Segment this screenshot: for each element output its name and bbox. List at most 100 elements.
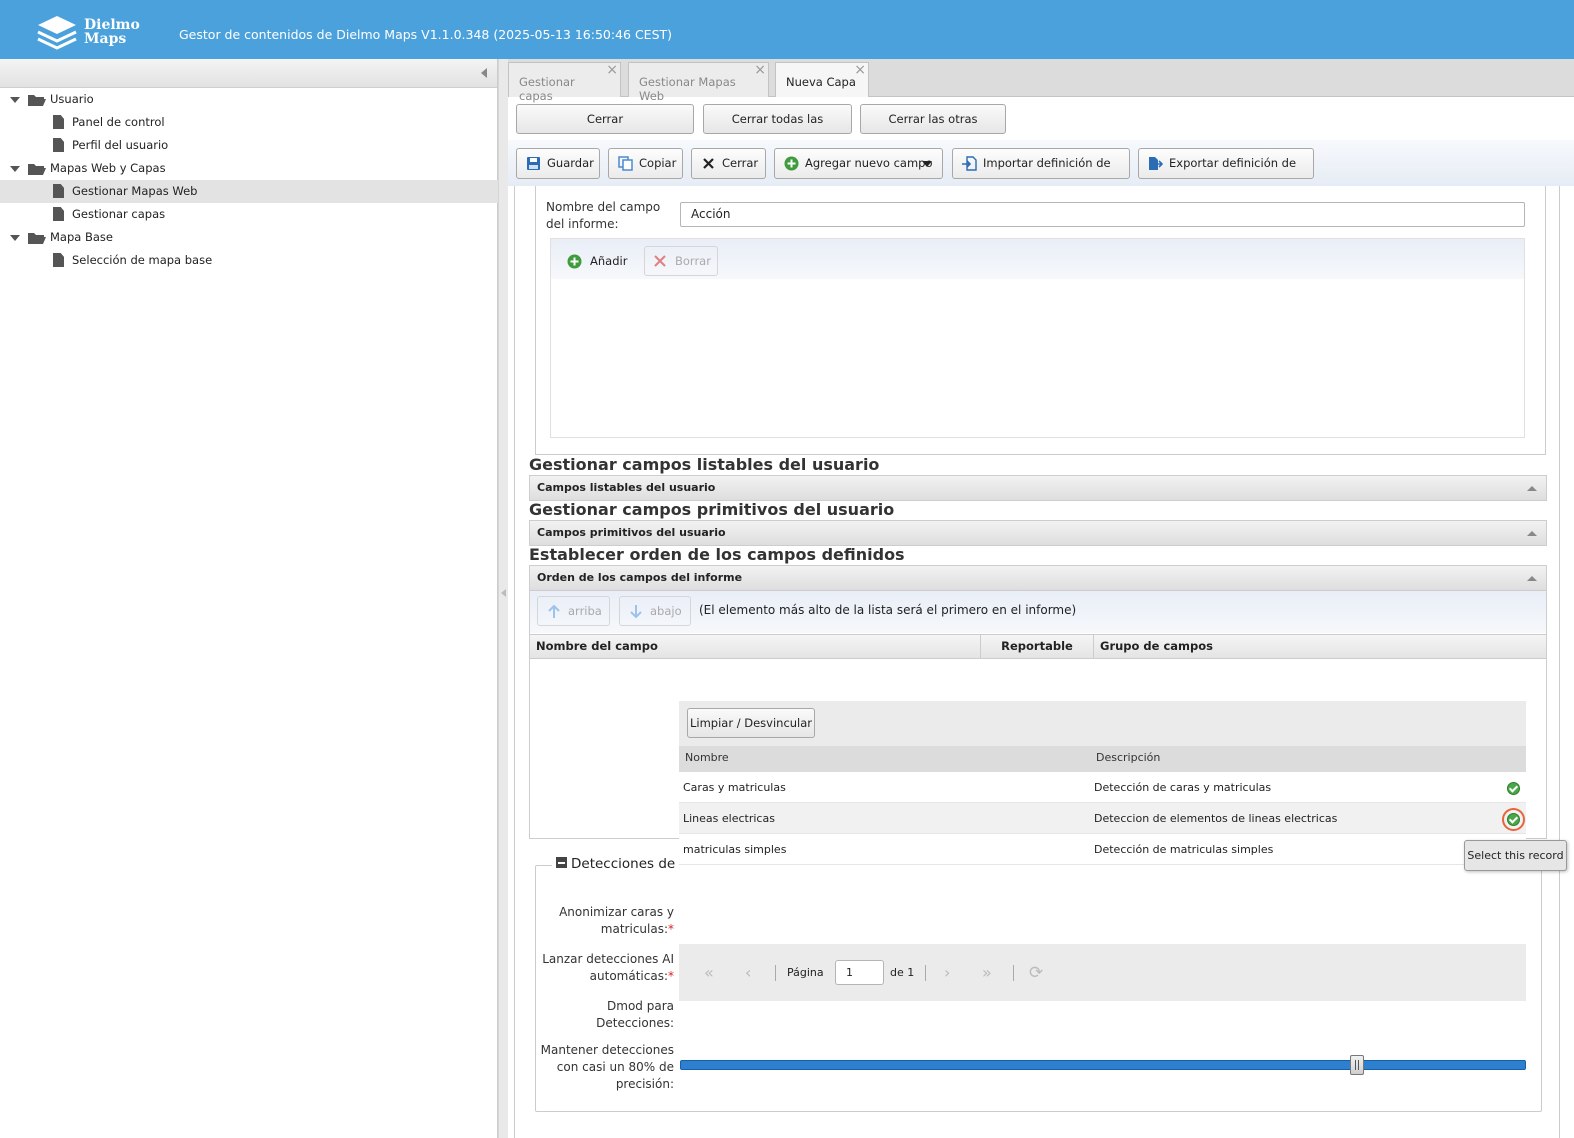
- required-mark: *: [668, 922, 674, 936]
- panel-splitter[interactable]: [498, 59, 508, 1138]
- precision-slider-track[interactable]: [680, 1060, 1526, 1070]
- panel-title: Campos listables del usuario: [537, 481, 716, 494]
- collapse-panel-icon[interactable]: [1527, 531, 1537, 536]
- tab-gestionar-capas[interactable]: Gestionar capas ×: [508, 62, 621, 103]
- order-hint: (El elemento más alto de la lista será e…: [699, 603, 1077, 617]
- copy-button[interactable]: Copiar: [608, 148, 683, 179]
- app-title: Gestor de contenidos de Dielmo Maps V1.1…: [179, 27, 673, 42]
- add-circle-icon: [567, 254, 582, 269]
- primitive-fields-title: Gestionar campos primitivos del usuario: [529, 500, 895, 519]
- close-button[interactable]: Cerrar: [691, 148, 766, 179]
- launch-ai-label: Lanzar detecciones AI automáticas:*: [540, 951, 674, 985]
- document-icon: [53, 207, 64, 221]
- tab-gestionar-mapas-web[interactable]: Gestionar Mapas Web ×: [628, 62, 769, 103]
- close-other-tabs-button[interactable]: Cerrar las otras pestañas: [860, 104, 1006, 154]
- tree-label: Panel de control: [72, 115, 165, 129]
- save-icon: [527, 157, 540, 170]
- page-total: de 1: [890, 966, 915, 979]
- listable-fields-panel-header[interactable]: Campos listables del usuario: [529, 475, 1547, 501]
- tab-nueva-capa[interactable]: Nueva Capa ×: [775, 62, 869, 97]
- refresh-icon[interactable]: ⟳: [1029, 963, 1043, 983]
- report-field-name-input[interactable]: Acción: [680, 202, 1525, 227]
- precision-slider-thumb[interactable]: [1349, 1055, 1364, 1075]
- folder-open-icon: [28, 95, 46, 106]
- move-down-label: abajo: [650, 604, 682, 618]
- tree-item-panel-de-control[interactable]: Panel de control: [0, 111, 498, 134]
- import-icon: [962, 156, 977, 171]
- add-field-button[interactable]: Agregar nuevo campo: [774, 148, 943, 179]
- tree-label: Gestionar Mapas Web: [72, 184, 198, 198]
- copy-icon: [618, 156, 633, 171]
- tree-item-gestionar-mapas-web[interactable]: Gestionar Mapas Web: [0, 180, 498, 203]
- panel-title: Campos primitivos del usuario: [537, 526, 726, 539]
- import-layer-button[interactable]: Importar definición de capa: [952, 148, 1130, 199]
- navigation-panel-header: [0, 59, 497, 88]
- report-field-name-label: Nombre del campo del informe:: [546, 200, 661, 231]
- column-header-description[interactable]: Descripción: [1096, 751, 1160, 764]
- table-row[interactable]: Caras y matriculas Detección de caras y …: [679, 772, 1526, 803]
- tree-item-perfil-del-usuario[interactable]: Perfil del usuario: [0, 134, 498, 157]
- save-button[interactable]: Guardar: [516, 148, 600, 179]
- add-row-button[interactable]: Añadir: [560, 247, 634, 277]
- table-row[interactable]: matriculas simples Detección de matricul…: [679, 834, 1526, 865]
- collapse-panel-icon[interactable]: [1527, 576, 1537, 581]
- delete-row-button[interactable]: Borrar: [644, 246, 718, 276]
- previous-page-icon[interactable]: ‹: [745, 963, 751, 982]
- row-description: Detección de caras y matriculas: [1094, 781, 1272, 794]
- close-all-tabs-button[interactable]: Cerrar todas las pestañas: [703, 104, 852, 154]
- first-page-icon[interactable]: «: [704, 963, 714, 982]
- tree-folder-usuario[interactable]: Usuario: [0, 88, 498, 111]
- select-record-icon[interactable]: [1507, 813, 1520, 826]
- column-header-name[interactable]: Nombre: [685, 751, 729, 764]
- collapse-panel-icon[interactable]: [1527, 486, 1537, 491]
- document-icon: [53, 253, 64, 267]
- tree-item-seleccion-de-mapa-base[interactable]: Selección de mapa base: [0, 249, 498, 272]
- field-order-panel-header[interactable]: Orden de los campos del informe: [529, 565, 1547, 591]
- move-down-button[interactable]: abajo: [619, 596, 691, 626]
- close-label: Cerrar: [722, 156, 759, 170]
- dielmo-logo-icon: [37, 16, 77, 50]
- column-header-reportable[interactable]: Reportable: [981, 634, 1094, 659]
- logout-button[interactable]: Cerrar sesión,jean@dielmo.com: [516, 104, 694, 154]
- tree-folder-mapa-base[interactable]: Mapa Base: [0, 226, 498, 249]
- page-label: Página: [787, 966, 824, 979]
- close-tab-icon[interactable]: ×: [606, 63, 618, 77]
- close-tab-icon[interactable]: ×: [754, 63, 766, 77]
- required-mark: *: [668, 969, 674, 983]
- expand-arrow-icon[interactable]: [10, 166, 20, 172]
- tooltip: Select this record: [1464, 840, 1567, 871]
- panel-title: Orden de los campos del informe: [537, 571, 743, 584]
- tree-label: Mapa Base: [50, 230, 113, 244]
- move-up-button[interactable]: arriba: [537, 596, 610, 626]
- column-header-field-name[interactable]: Nombre del campo: [530, 634, 981, 659]
- tree-label: Gestionar capas: [72, 207, 166, 221]
- tree-label: Perfil del usuario: [72, 138, 169, 152]
- tab-bar: Gestionar capas × Gestionar Mapas Web × Nu…: [508, 59, 1574, 103]
- table-row[interactable]: Lineas electricas Deteccion de elementos…: [679, 803, 1526, 834]
- splitter-arrow-icon[interactable]: [501, 589, 506, 597]
- column-header-field-group[interactable]: Grupo de campos: [1094, 634, 1546, 659]
- separator: [775, 965, 776, 981]
- tree-folder-mapas-web-y-capas[interactable]: Mapas Web y Capas: [0, 157, 498, 180]
- detections-legend: Detecciones de Ir: [552, 856, 682, 876]
- anonymize-label: Anonimizar caras y matriculas:*: [540, 904, 674, 938]
- separator: [1013, 965, 1014, 981]
- next-page-icon[interactable]: ›: [944, 963, 950, 982]
- logo-line-2: Maps: [84, 31, 127, 47]
- primitive-fields-panel-header[interactable]: Campos primitivos del usuario: [529, 520, 1547, 546]
- export-layer-button[interactable]: Exportar definición de capa: [1138, 148, 1314, 199]
- collapse-panel-icon[interactable]: [481, 68, 487, 78]
- select-record-icon[interactable]: [1507, 782, 1520, 795]
- page-number-input[interactable]: 1: [835, 960, 884, 985]
- add-row-label: Añadir: [590, 254, 628, 268]
- tab-label: Gestionar Mapas Web: [639, 75, 736, 103]
- close-tab-icon[interactable]: ×: [854, 63, 866, 77]
- add-circle-icon: [784, 156, 799, 171]
- expand-arrow-icon[interactable]: [10, 97, 20, 103]
- last-page-icon[interactable]: »: [982, 963, 992, 982]
- clear-unlink-button[interactable]: Limpiar / Desvincular: [687, 708, 815, 738]
- tree-item-gestionar-capas[interactable]: Gestionar capas: [0, 203, 498, 226]
- collapse-fieldset-icon[interactable]: [556, 857, 567, 868]
- expand-arrow-icon[interactable]: [10, 235, 20, 241]
- navigation-panel: Usuario Panel de control Perfil del usua…: [0, 59, 498, 1138]
